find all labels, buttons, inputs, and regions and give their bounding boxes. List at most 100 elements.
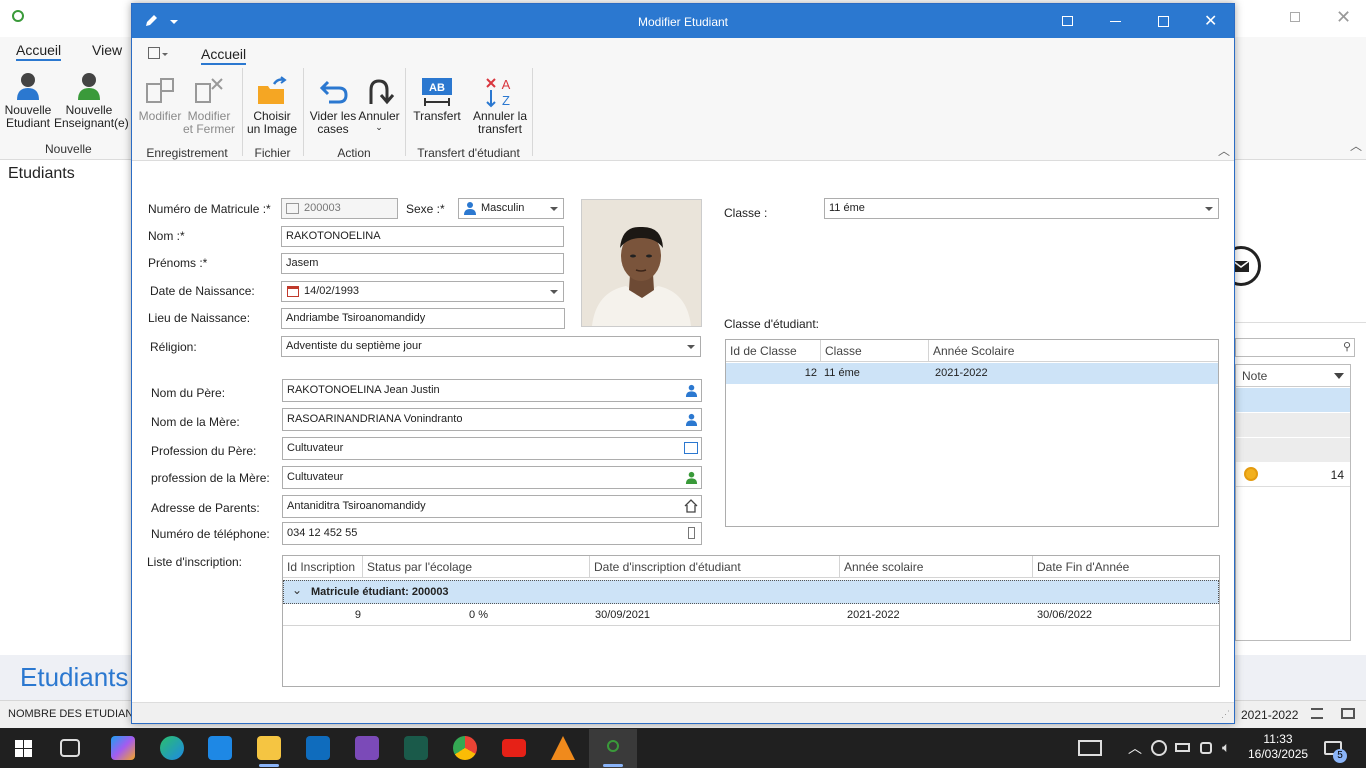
- tray-chevron-icon[interactable]: ︿: [1128, 738, 1142, 758]
- cell-id-classe: 12: [804, 367, 817, 379]
- prenoms-field[interactable]: Jasem: [281, 253, 564, 274]
- bg-grid-row[interactable]: [1236, 438, 1350, 462]
- bg-tab-accueil[interactable]: Accueil: [16, 42, 62, 61]
- file-explorer-icon[interactable]: [257, 736, 281, 760]
- background-right-panel: ⚲ Note 14: [1221, 160, 1366, 655]
- column-header-date-inscription[interactable]: Date d'inscription d'étudiant: [590, 556, 840, 578]
- table-row[interactable]: 12 11 éme 2021-2022: [726, 363, 1218, 384]
- volume-icon[interactable]: 🔈︎: [1222, 739, 1230, 756]
- battery-icon[interactable]: [1175, 743, 1190, 752]
- modifier-et-fermer-button[interactable]: Modifier et Fermer: [183, 76, 235, 136]
- tel-field[interactable]: 034 12 452 55: [282, 522, 702, 545]
- religion-select[interactable]: Adventiste du septième jour: [281, 336, 701, 357]
- tab-accueil[interactable]: Accueil: [201, 46, 247, 65]
- nom-value: RAKOTONOELINA: [286, 230, 381, 242]
- bg-grid-row-selected[interactable]: [1236, 388, 1350, 412]
- ribbon-menu-icon[interactable]: [148, 47, 160, 59]
- active-app-highlight[interactable]: [589, 729, 637, 768]
- column-header-id-inscription[interactable]: Id Inscription: [283, 556, 363, 578]
- vider-les-cases-button[interactable]: Vider les cases: [309, 76, 357, 136]
- matricule-field[interactable]: 200003: [281, 198, 398, 219]
- modify-close-icon: [183, 76, 235, 110]
- network-icon[interactable]: [1151, 740, 1167, 756]
- choisir-image-button[interactable]: Choisir un Image: [246, 76, 298, 136]
- prof-pere-field[interactable]: Cultuvateur: [282, 437, 702, 460]
- bg-view-icon[interactable]: [1311, 708, 1323, 719]
- webcam-icon[interactable]: [1200, 742, 1212, 754]
- adresse-field[interactable]: Antaniditra Tsiroanomandidy: [282, 495, 702, 518]
- store-icon[interactable]: [208, 736, 232, 760]
- bg-close-icon[interactable]: ✕: [1336, 7, 1351, 28]
- naissance-value: 14/02/1993: [304, 285, 360, 297]
- mere-label: Nom de la Mère:: [151, 415, 240, 429]
- chrome-icon[interactable]: [453, 736, 477, 760]
- collapse-ribbon-icon[interactable]: ︿: [1218, 142, 1230, 159]
- bg-grid-header[interactable]: Note: [1236, 365, 1350, 387]
- annuler-transfert-button[interactable]: AZ Annuler la transfert: [472, 76, 528, 136]
- outlook-icon[interactable]: [306, 736, 330, 760]
- annuler-button[interactable]: Annuler ⌄: [356, 76, 402, 132]
- group-row-label: Matricule étudiant: 200003: [311, 586, 449, 598]
- bg-nouvelle-enseignant-button[interactable]: Nouvelle Enseignant(e): [54, 70, 129, 130]
- mere-field[interactable]: RASOARINANDRIANA Vonindranto: [282, 408, 702, 431]
- column-header-id-classe[interactable]: Id de Classe: [726, 340, 821, 362]
- phone-icon: [688, 527, 695, 539]
- widgets-icon[interactable]: [1078, 740, 1102, 756]
- maximize-icon[interactable]: [1158, 16, 1169, 27]
- bg-left-title: Etudiants: [8, 165, 75, 182]
- bg-collapse-ribbon-icon[interactable]: ︿: [1350, 137, 1362, 154]
- minimize-icon[interactable]: [1110, 21, 1121, 22]
- student-photo[interactable]: [581, 199, 702, 327]
- resize-grip-icon[interactable]: ⋰: [1221, 709, 1230, 720]
- column-header-status[interactable]: Status par l'écolage: [363, 556, 590, 578]
- prof-pere-label: Profession du Père:: [151, 444, 257, 458]
- prenoms-value: Jasem: [286, 257, 319, 269]
- transfert-button[interactable]: AB Transfert: [410, 76, 464, 123]
- bg-restore-icon[interactable]: [1290, 12, 1300, 22]
- sexe-select[interactable]: Masculin: [458, 198, 564, 219]
- dropdown-arrow-icon: [1205, 207, 1213, 211]
- edge-icon[interactable]: [160, 736, 184, 760]
- nom-field[interactable]: RAKOTONOELINA: [281, 226, 564, 247]
- lieu-field[interactable]: Andriambe Tsiroanomandidy: [281, 308, 565, 329]
- ribbon-separator: [405, 68, 406, 156]
- dropdown-arrow-icon: [550, 290, 558, 294]
- bg-grid-row[interactable]: 14: [1236, 463, 1350, 487]
- copilot-icon[interactable]: [111, 736, 135, 760]
- bg-grid-row[interactable]: [1236, 413, 1350, 437]
- group-action: Action: [337, 146, 371, 160]
- column-header-date-fin[interactable]: Date Fin d'Année: [1033, 556, 1219, 578]
- ribbon-menu-dropdown-icon[interactable]: [162, 53, 168, 56]
- close-icon[interactable]: ✕: [1204, 11, 1217, 31]
- column-header-annee-scolaire[interactable]: Année Scolaire: [929, 340, 1218, 362]
- group-row[interactable]: ⌄ Matricule étudiant: 200003: [283, 580, 1219, 604]
- table-row[interactable]: 9 0 % 30/09/2021 2021-2022 30/06/2022: [283, 605, 1219, 626]
- column-header-classe[interactable]: Classe: [821, 340, 929, 362]
- prof-mere-field[interactable]: Cultuvateur: [282, 466, 702, 489]
- notification-badge: 5: [1333, 749, 1347, 763]
- column-header-annee-scolaire[interactable]: Année scolaire: [840, 556, 1033, 578]
- youtube-icon[interactable]: [502, 739, 526, 757]
- start-icon[interactable]: [15, 740, 32, 757]
- ribbon-display-options-icon[interactable]: [1062, 16, 1073, 26]
- inscription-grid-header: Id Inscription Status par l'écolage Date…: [283, 556, 1219, 578]
- bg-columns-icon[interactable]: [1341, 708, 1355, 719]
- pere-field[interactable]: RAKOTONOELINA Jean Justin: [282, 379, 702, 402]
- app-icon[interactable]: [404, 736, 428, 760]
- bg-search-input[interactable]: ⚲: [1235, 338, 1355, 357]
- tel-label: Numéro de téléphone:: [151, 527, 270, 541]
- chevron-down-icon[interactable]: ⌄: [292, 583, 302, 597]
- vlc-icon[interactable]: [551, 736, 575, 760]
- btn-line1: Modifier: [138, 109, 182, 123]
- worker-icon: [685, 471, 698, 487]
- person-icon: [463, 201, 477, 218]
- classe-select[interactable]: 11 éme: [824, 198, 1219, 219]
- clock[interactable]: 11:33 16/03/2025: [1248, 732, 1308, 762]
- visual-studio-icon[interactable]: [355, 736, 379, 760]
- naissance-datepicker[interactable]: 14/02/1993: [281, 281, 564, 302]
- modifier-button[interactable]: Modifier: [136, 76, 184, 123]
- task-view-icon[interactable]: [60, 739, 80, 757]
- bg-tab-view[interactable]: View: [92, 42, 122, 58]
- dialog-ribbon: Accueil Modifier Modifier et Fermer Choi…: [132, 38, 1234, 161]
- btn-line2: cases: [317, 122, 349, 136]
